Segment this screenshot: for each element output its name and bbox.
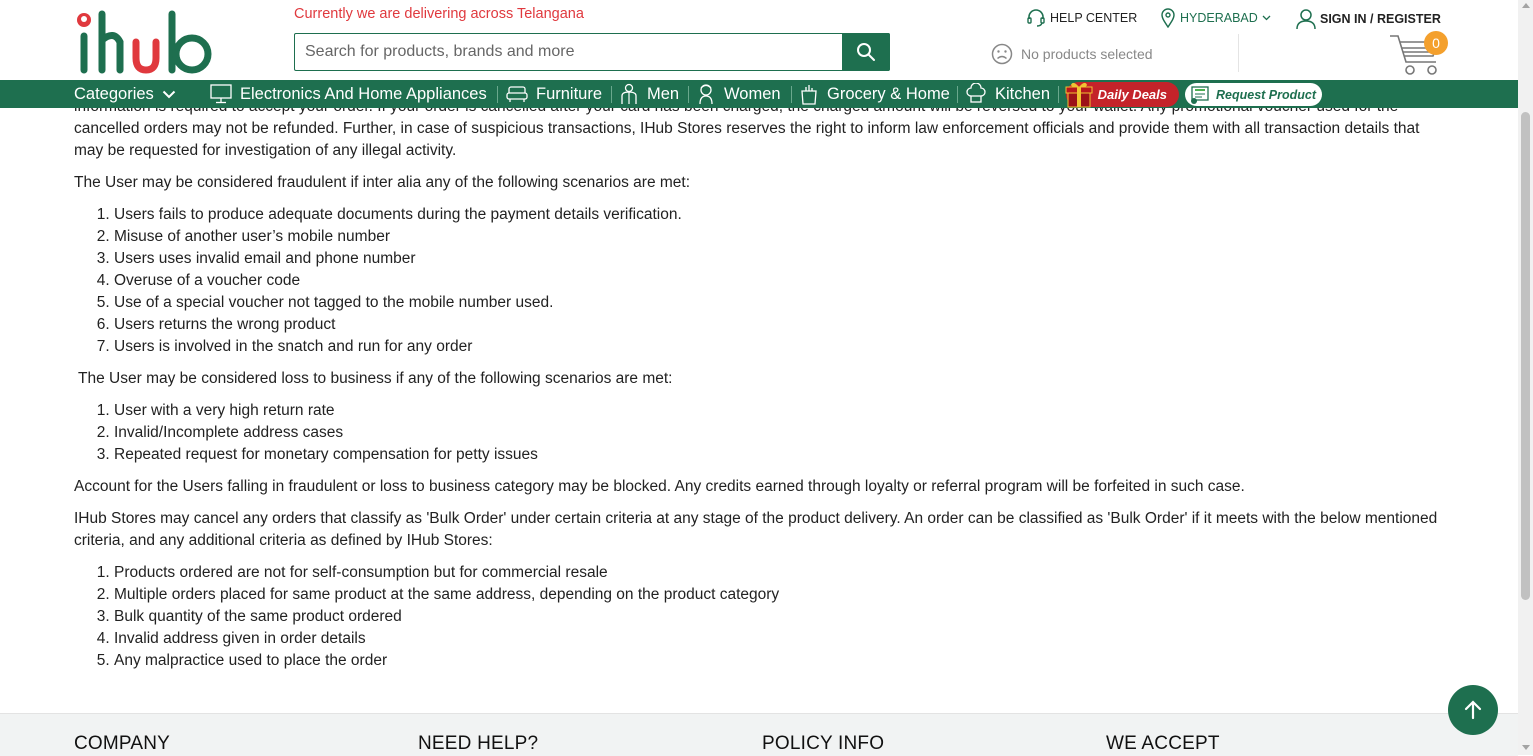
nav-separator xyxy=(791,86,792,103)
location-pin-icon xyxy=(1161,8,1175,28)
nav-separator xyxy=(957,86,958,103)
list-item: Overuse of a voucher code xyxy=(114,270,1444,292)
fraud-list: Users fails to produce adequate document… xyxy=(74,204,1444,358)
categories-label: Categories xyxy=(74,84,154,103)
nav-item-men[interactable]: Men xyxy=(619,80,679,108)
city-selector[interactable]: HYDERABAD xyxy=(1160,8,1271,28)
list-item: Any malpractice used to place the order xyxy=(114,650,1444,672)
scroll-down-arrow-icon[interactable] xyxy=(1522,745,1530,750)
sign-in-label: SIGN IN / REGISTER xyxy=(1320,12,1441,26)
list-item: Bulk quantity of the same product ordere… xyxy=(114,606,1444,628)
daily-deals-button[interactable]: Daily Deals xyxy=(1065,82,1179,108)
list-item: Users fails to produce adequate document… xyxy=(114,204,1444,226)
footer-heading-policy-info: POLICY INFO xyxy=(762,733,885,754)
list-item: Invalid address given in order details xyxy=(114,628,1444,650)
woman-icon xyxy=(699,84,713,105)
arrow-up-icon xyxy=(1464,700,1482,720)
header-divider xyxy=(1238,34,1239,72)
scroll-up-arrow-icon[interactable] xyxy=(1522,3,1530,8)
search-bar xyxy=(294,33,890,71)
delivery-notice: Currently we are delivering across Telan… xyxy=(294,6,584,22)
list-item: Users returns the wrong product xyxy=(114,314,1444,336)
nav-separator xyxy=(497,86,498,103)
nav-label: Men xyxy=(647,84,680,103)
chevron-down-icon xyxy=(162,90,176,98)
user-icon xyxy=(1296,9,1316,30)
nav-item-kitchen[interactable]: Kitchen xyxy=(965,80,1050,108)
footer-heading-need-help: NEED HELP? xyxy=(418,733,539,754)
nav-label: Furniture xyxy=(536,84,603,103)
man-icon xyxy=(621,83,637,104)
nav-item-grocery[interactable]: Grocery & Home xyxy=(799,80,950,108)
footer-heading-we-accept: WE ACCEPT xyxy=(1106,733,1220,754)
sad-face-icon xyxy=(991,43,1013,65)
bulk-order-paragraph: IHub Stores may cancel any orders that c… xyxy=(74,510,1438,549)
cart-count-badge: 0 xyxy=(1424,31,1448,55)
ihub-logo[interactable] xyxy=(74,6,229,76)
list-item: User with a very high return rate xyxy=(114,400,1444,422)
terms-content: information is required to accept your o… xyxy=(74,96,1444,682)
gift-icon xyxy=(1065,82,1093,108)
list-item: Misuse of another user’s mobile number xyxy=(114,226,1444,248)
nav-label: Electronics And Home Appliances xyxy=(240,84,487,103)
sign-in-register-link[interactable]: SIGN IN / REGISTER xyxy=(1296,8,1441,30)
request-form-icon xyxy=(1191,85,1209,104)
search-button[interactable] xyxy=(842,33,890,71)
sofa-icon xyxy=(506,86,528,102)
categories-menu[interactable]: Categories xyxy=(74,80,176,108)
list-item: Users is involved in the snatch and run … xyxy=(114,336,1444,358)
headset-icon xyxy=(1027,9,1045,27)
nav-item-furniture[interactable]: Furniture xyxy=(506,80,602,108)
grocery-bag-icon xyxy=(801,85,817,105)
loss-heading: The User may be considered loss to busin… xyxy=(74,370,673,387)
nav-separator xyxy=(611,86,612,103)
search-icon xyxy=(857,43,875,61)
loss-list: User with a very high return rate Invali… xyxy=(74,400,1444,466)
footer-heading-company: COMPANY xyxy=(74,733,171,754)
help-center-label: HELP CENTER xyxy=(1050,11,1138,25)
site-footer: COMPANY NEED HELP? POLICY INFO WE ACCEPT xyxy=(0,713,1518,756)
nav-item-electronics[interactable]: Electronics And Home Appliances xyxy=(210,80,487,108)
list-item: Products ordered are not for self-consum… xyxy=(114,562,1444,584)
list-item: Repeated request for monetary compensati… xyxy=(114,444,1444,466)
list-item: Invalid/Incomplete address cases xyxy=(114,422,1444,444)
compare-status: No products selected xyxy=(991,43,1153,65)
list-item: Users uses invalid email and phone numbe… xyxy=(114,248,1444,270)
chevron-down-icon xyxy=(1262,15,1271,21)
bulk-list: Products ordered are not for self-consum… xyxy=(74,562,1444,672)
chef-hat-icon xyxy=(966,83,986,103)
daily-deals-label: Daily Deals xyxy=(1097,87,1167,102)
request-product-button[interactable]: Request Product xyxy=(1185,83,1322,106)
fraud-heading: The User may be considered fraudulent if… xyxy=(74,174,691,191)
city-label: HYDERABAD xyxy=(1180,11,1258,25)
scrollbar-thumb[interactable] xyxy=(1521,112,1530,600)
search-input[interactable] xyxy=(295,34,842,70)
blocked-paragraph: Account for the Users falling in fraudul… xyxy=(74,478,1245,495)
list-item: Use of a special voucher not tagged to t… xyxy=(114,292,1444,314)
help-center-link[interactable]: HELP CENTER xyxy=(1026,8,1137,28)
nav-label: Women xyxy=(724,84,781,103)
scroll-to-top-button[interactable] xyxy=(1448,685,1498,735)
monitor-icon xyxy=(210,84,232,104)
site-header: Currently we are delivering across Telan… xyxy=(0,0,1518,80)
nav-separator xyxy=(688,86,689,103)
list-item: Multiple orders placed for same product … xyxy=(114,584,1444,606)
nav-label: Grocery & Home xyxy=(827,84,950,103)
compare-text: No products selected xyxy=(1021,46,1153,62)
nav-separator xyxy=(1058,86,1059,103)
nav-item-women[interactable]: Women xyxy=(696,80,781,108)
nav-label: Kitchen xyxy=(995,84,1051,103)
request-product-label: Request Product xyxy=(1216,87,1317,102)
